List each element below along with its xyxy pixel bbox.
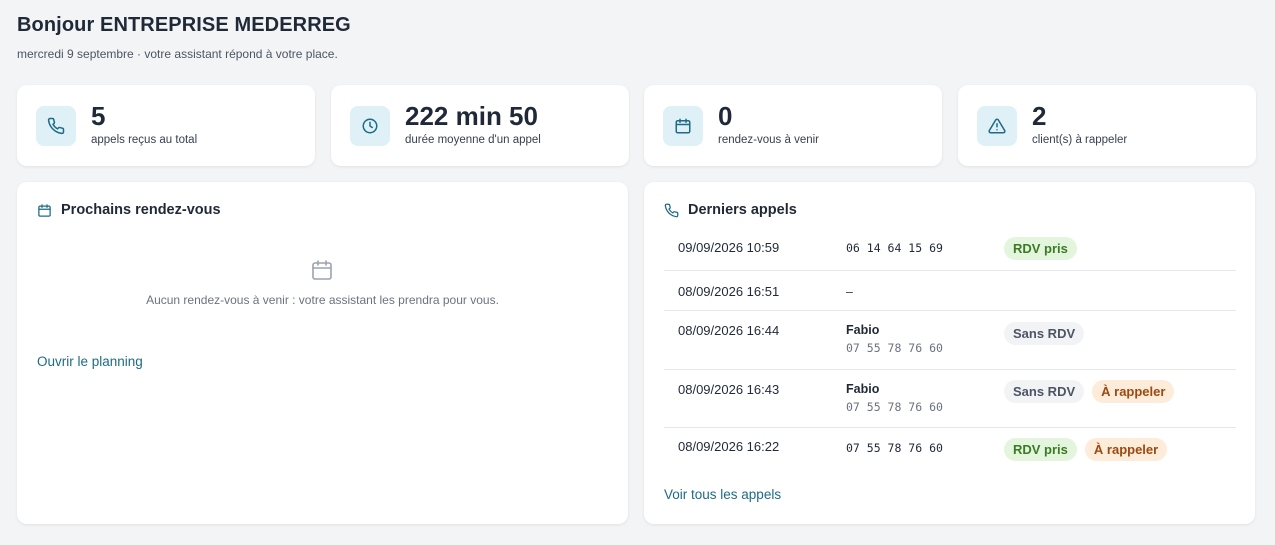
call-row[interactable]: 08/09/2026 16:43 Fabio 07 55 78 76 60 Sa… [664, 370, 1236, 428]
stat-card-appointments: 0 rendez-vous à venir [644, 85, 942, 166]
appointments-card: Prochains rendez-vous Aucun rendez-vous … [17, 182, 628, 524]
open-planning-link[interactable]: Ouvrir le planning [37, 354, 143, 369]
status-badge-sans-rdv: Sans RDV [1004, 380, 1085, 403]
view-all-calls-link[interactable]: Voir tous les appels [664, 487, 781, 502]
stat-card-calls: 5 appels reçus au total [17, 85, 315, 166]
call-info: 06 14 64 15 69 [846, 241, 943, 255]
empty-state-text: Aucun rendez-vous à venir : votre assist… [146, 293, 499, 307]
stat-label: appels reçus au total [91, 134, 198, 146]
call-tags: Sans RDV [1004, 322, 1085, 345]
stat-value: 2 [1032, 101, 1047, 131]
card-title: Derniers appels [688, 202, 797, 218]
call-info: 07 55 78 76 60 [846, 441, 943, 455]
call-phone: — [846, 285, 853, 299]
stat-value: 0 [718, 101, 733, 131]
caller-name: Fabio [846, 323, 880, 337]
card-title: Prochains rendez-vous [61, 202, 221, 218]
recent-calls-card: Derniers appels 09/09/2026 10:59 06 14 6… [644, 182, 1255, 524]
call-date: 08/09/2026 16:51 [678, 284, 780, 299]
status-badge-rdv-pris: RDV pris [1004, 438, 1077, 461]
call-info: Fabio 07 55 78 76 60 [846, 323, 943, 355]
warning-icon [977, 106, 1017, 146]
stat-label: durée moyenne d'un appel [405, 134, 541, 146]
call-tags: RDV pris À rappeler [1004, 438, 1168, 461]
calls-list: 09/09/2026 10:59 06 14 64 15 69 RDV pris… [664, 230, 1236, 470]
stat-value: 5 [91, 101, 106, 131]
calendar-icon [663, 106, 703, 146]
status-badge-a-rappeler: À rappeler [1084, 438, 1168, 461]
stat-label: client(s) à rappeler [1032, 134, 1128, 146]
call-row[interactable]: 08/09/2026 16:51 — [664, 271, 1236, 311]
page-title: Bonjour ENTREPRISE MEDERREG [17, 14, 351, 36]
page-header: Bonjour ENTREPRISE MEDERREG mercredi 9 s… [17, 14, 351, 61]
calendar-empty-icon [312, 260, 332, 280]
stat-label: rendez-vous à venir [718, 134, 819, 146]
call-info: Fabio 07 55 78 76 60 [846, 382, 943, 414]
call-date: 08/09/2026 16:44 [678, 323, 780, 338]
appointments-card-header: Prochains rendez-vous [37, 202, 221, 218]
call-phone: 07 55 78 76 60 [846, 341, 943, 355]
call-tags: RDV pris [1004, 237, 1077, 260]
calendar-icon [38, 203, 51, 217]
call-phone: 07 55 78 76 60 [846, 400, 943, 414]
phone-icon [664, 203, 679, 217]
stat-value: 222 min 50 [405, 101, 538, 131]
clock-icon [350, 106, 390, 146]
call-date: 09/09/2026 10:59 [678, 240, 780, 255]
caller-name: Fabio [846, 382, 880, 396]
call-row[interactable]: 09/09/2026 10:59 06 14 64 15 69 RDV pris [664, 230, 1236, 271]
recent-calls-card-header: Derniers appels [664, 202, 797, 218]
call-info: — [846, 285, 853, 299]
phone-icon [36, 106, 76, 146]
call-date: 08/09/2026 16:43 [678, 382, 780, 397]
status-badge-rdv-pris: RDV pris [1004, 237, 1077, 260]
call-phone: 06 14 64 15 69 [846, 241, 943, 255]
stat-card-callbacks: 2 client(s) à rappeler [958, 85, 1256, 166]
call-tags: Sans RDV À rappeler [1004, 380, 1175, 403]
status-badge-sans-rdv: Sans RDV [1004, 322, 1085, 345]
stat-card-duration: 222 min 50 durée moyenne d'un appel [331, 85, 629, 166]
status-badge-a-rappeler: À rappeler [1092, 380, 1175, 403]
call-date: 08/09/2026 16:22 [678, 439, 780, 454]
call-row[interactable]: 08/09/2026 16:44 Fabio 07 55 78 76 60 Sa… [664, 311, 1236, 370]
call-row[interactable]: 08/09/2026 16:22 07 55 78 76 60 RDV pris… [664, 428, 1236, 470]
page-subtitle: mercredi 9 septembre · votre assistant r… [17, 47, 338, 61]
call-phone: 07 55 78 76 60 [846, 441, 943, 455]
